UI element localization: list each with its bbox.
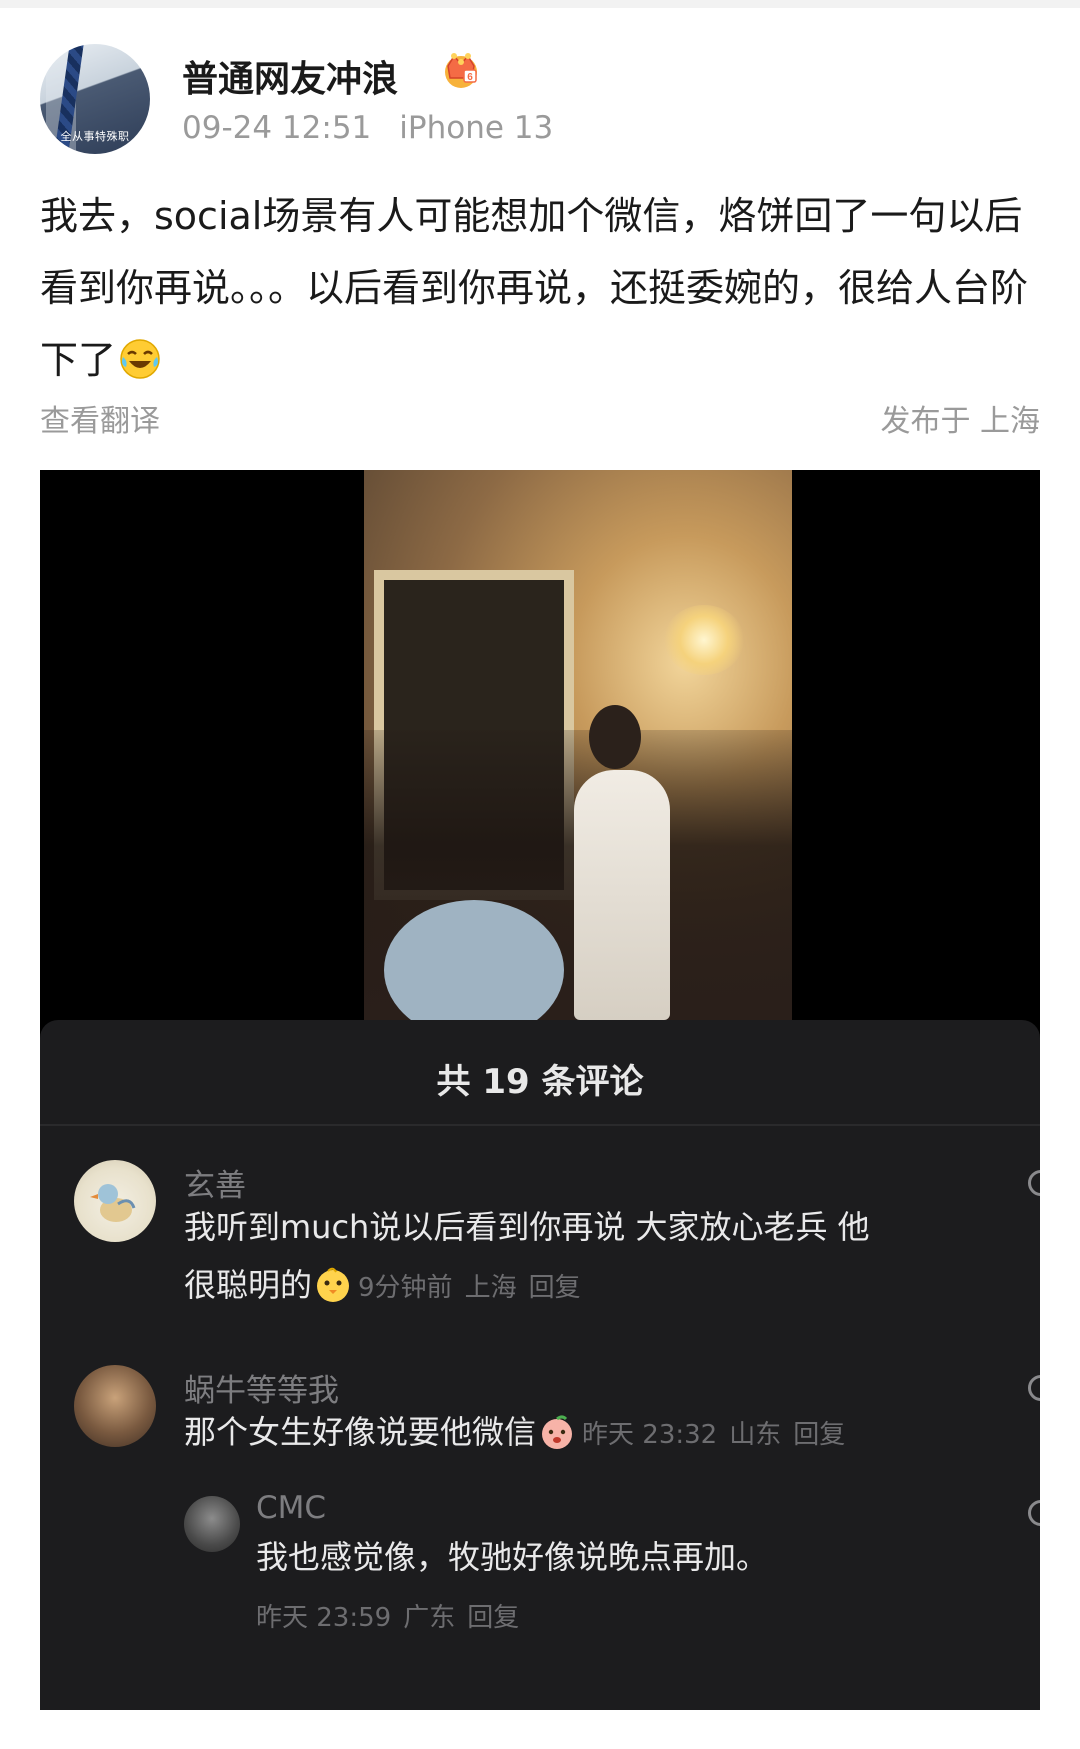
comment-time: 昨天 23:32 (582, 1420, 718, 1450)
post-header: 全从事特殊职 普通网友冲浪 6 09-24 12:51 iPhone 13 (40, 44, 1040, 154)
comment-body: 我也感觉像，牧驰好像说晚点再加。 (256, 1538, 769, 1576)
comment-avatar[interactable] (74, 1365, 156, 1447)
comment-location: 广东 (403, 1603, 456, 1633)
comment-text: 那个女生好像说要他微信 昨天 23:32 山东 回复 (184, 1403, 984, 1464)
comment-meta: 9分钟前 上海 回复 (358, 1273, 581, 1303)
comment-time: 昨天 23:59 (256, 1603, 392, 1633)
comments-panel: 共 19 条评论 玄善 我听到much说以后看到你再说 大家放心老兵 他很聪明的 (40, 1020, 1040, 1710)
post-device: iPhone 13 (399, 110, 554, 146)
duck-avatar-icon (90, 1184, 136, 1222)
video-chandelier (664, 605, 744, 675)
comment-author[interactable]: CMC (256, 1490, 326, 1526)
comment-meta: 昨天 23:59 广东 回复 (256, 1603, 519, 1633)
like-icon[interactable] (1028, 1500, 1040, 1526)
reply-link[interactable]: 回复 (793, 1420, 845, 1450)
panel-divider (40, 1124, 1040, 1126)
comment-time: 9分钟前 (358, 1273, 453, 1303)
comment-location: 山东 (729, 1420, 782, 1450)
embedded-screenshot-image[interactable]: 共 19 条评论 玄善 我听到much说以后看到你再说 大家放心老兵 他很聪明的 (40, 470, 1040, 1710)
translate-link[interactable]: 查看翻译 (40, 396, 160, 440)
comment-text: 我听到much说以后看到你再说 大家放心老兵 他很聪明的 9分钟前 上海 回复 (184, 1198, 884, 1317)
video-frame (364, 470, 792, 1020)
like-icon[interactable] (1028, 1375, 1040, 1401)
comment-item: 蜗牛等等我 那个女生好像说要他微信 昨天 23:32 山东 回复 (40, 1365, 1040, 1485)
comment-avatar[interactable] (74, 1160, 156, 1242)
post-text: 我去，social场景有人可能想加个微信，烙饼回了一句以后看到你再说。。。以后看… (40, 194, 1029, 382)
comment-location: 上海 (464, 1273, 517, 1303)
top-divider (0, 0, 1080, 8)
chick-emoji-icon (317, 1267, 350, 1302)
comment-avatar[interactable] (184, 1496, 240, 1552)
post-location: 发布于 上海 (880, 404, 1040, 439)
avatar-caption: 全从事特殊职 (60, 130, 130, 143)
crown-badge-icon[interactable]: 6 (440, 48, 482, 90)
comment-body: 那个女生好像说要他微信 (184, 1413, 537, 1451)
username[interactable]: 普通网友冲浪 (182, 50, 398, 102)
post-timestamp: 09-24 12:51 (182, 110, 372, 146)
comment-item: 玄善 我听到much说以后看到你再说 大家放心老兵 他很聪明的 9分钟前 上海 回复 (40, 1160, 1040, 1330)
user-avatar[interactable]: 全从事特殊职 (40, 44, 150, 154)
video-person-head (589, 705, 641, 769)
peach-face-emoji-icon (542, 1415, 573, 1449)
comments-count-title: 共 19 条评论 (436, 1062, 644, 1102)
post-meta: 09-24 12:51 iPhone 13 (182, 110, 553, 146)
like-icon[interactable] (1028, 1170, 1040, 1196)
svg-text:6: 6 (467, 72, 473, 83)
laugh-cry-emoji-icon (120, 339, 160, 379)
reply-item: CMC 我也感觉像，牧驰好像说晚点再加。 昨天 23:59 广东 回复 (40, 1490, 1040, 1690)
comment-meta: 昨天 23:32 山东 回复 (582, 1420, 845, 1450)
reply-link[interactable]: 回复 (529, 1273, 581, 1303)
post-body: 我去，social场景有人可能想加个微信，烙饼回了一句以后看到你再说。。。以后看… (40, 180, 1040, 396)
reply-link[interactable]: 回复 (467, 1603, 519, 1633)
video-person-white-suit (574, 770, 670, 1020)
comment-meta-line: 昨天 23:59 广东 回复 (256, 1586, 976, 1647)
